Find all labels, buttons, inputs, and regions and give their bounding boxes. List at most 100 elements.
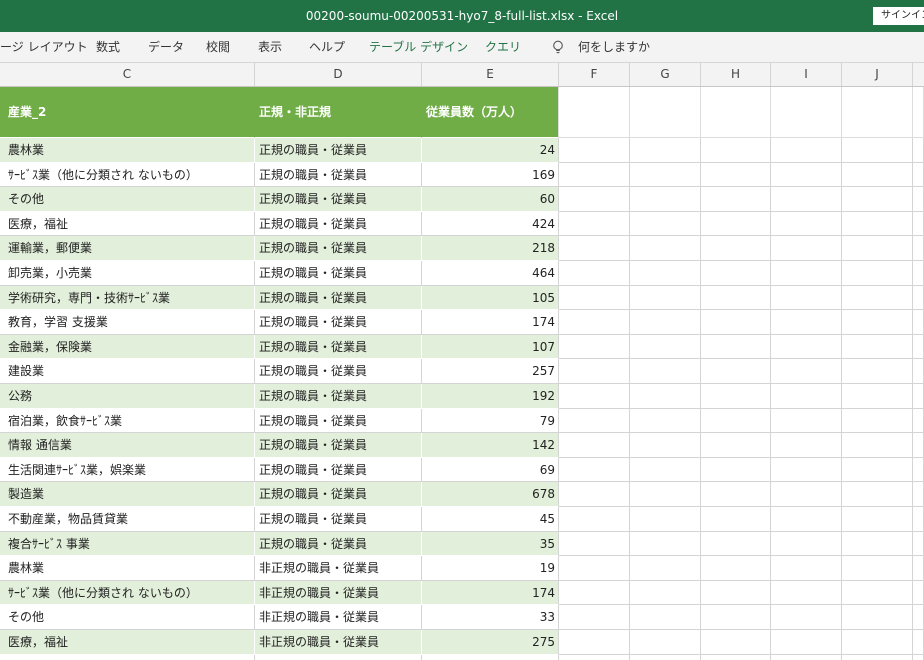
cell-industry[interactable]: 宿泊業，飲食ｻｰﾋﾞｽ業 xyxy=(0,408,255,434)
cell-employees[interactable]: 424 xyxy=(422,211,559,237)
empty-cell[interactable] xyxy=(559,654,630,660)
empty-cell[interactable] xyxy=(630,580,701,606)
cell-employment-type[interactable] xyxy=(255,654,422,660)
column-header-g[interactable]: G xyxy=(630,63,701,86)
empty-cell[interactable] xyxy=(630,138,701,163)
empty-cell[interactable] xyxy=(701,261,771,286)
empty-cell[interactable] xyxy=(630,285,701,311)
column-header-k[interactable] xyxy=(913,63,924,86)
empty-cell[interactable] xyxy=(701,482,771,507)
empty-cell[interactable] xyxy=(771,187,842,212)
cell-employment-type[interactable]: 非正規の職員・従業員 xyxy=(255,556,422,581)
cell-industry[interactable]: 運輸業，郵便業 xyxy=(0,236,255,261)
cell-employment-type[interactable]: 正規の職員・従業員 xyxy=(255,162,422,188)
empty-cell[interactable] xyxy=(701,187,771,212)
cell-industry[interactable]: 情報 通信業 xyxy=(0,433,255,458)
cell-employment-type[interactable]: 正規の職員・従業員 xyxy=(255,408,422,434)
empty-cell[interactable] xyxy=(842,285,913,311)
cell-employees[interactable]: 678 xyxy=(422,482,559,507)
empty-cell[interactable] xyxy=(842,310,913,335)
header-cell-industry[interactable]: 産業_2 xyxy=(0,87,255,138)
empty-cell[interactable] xyxy=(630,359,701,384)
empty-cell[interactable] xyxy=(913,285,924,311)
empty-cell[interactable] xyxy=(842,654,913,660)
empty-cell[interactable] xyxy=(630,211,701,237)
empty-cell[interactable] xyxy=(559,482,630,507)
cell-employees[interactable]: 33 xyxy=(422,605,559,630)
empty-cell[interactable] xyxy=(771,654,842,660)
empty-cell[interactable] xyxy=(771,433,842,458)
empty-cell[interactable] xyxy=(630,531,701,557)
empty-cell[interactable] xyxy=(701,531,771,557)
empty-cell[interactable] xyxy=(559,384,630,409)
cell-industry[interactable]: 製造業 xyxy=(0,482,255,507)
empty-cell[interactable] xyxy=(630,261,701,286)
empty-cell[interactable] xyxy=(842,408,913,434)
empty-cell[interactable] xyxy=(771,507,842,532)
empty-cell[interactable] xyxy=(771,580,842,606)
empty-cell[interactable] xyxy=(701,211,771,237)
cell-employees[interactable]: 69 xyxy=(422,457,559,483)
empty-cell[interactable] xyxy=(701,359,771,384)
empty-cell[interactable] xyxy=(630,162,701,188)
empty-cell[interactable] xyxy=(913,187,924,212)
empty-cell[interactable] xyxy=(913,359,924,384)
empty-cell[interactable] xyxy=(701,433,771,458)
empty-cell[interactable] xyxy=(842,433,913,458)
empty-cell[interactable] xyxy=(771,482,842,507)
column-header-d[interactable]: D xyxy=(255,63,422,86)
empty-cell[interactable] xyxy=(913,580,924,606)
cell-industry[interactable]: 複合ｻｰﾋﾞｽ 事業 xyxy=(0,531,255,557)
cell-employees[interactable]: 275 xyxy=(422,630,559,655)
empty-cell[interactable] xyxy=(630,87,701,138)
cell-industry[interactable]: 学術研究，専門・技術ｻｰﾋﾞｽ業 xyxy=(0,285,255,311)
empty-cell[interactable] xyxy=(913,654,924,660)
cell-industry[interactable]: 公務 xyxy=(0,384,255,409)
empty-cell[interactable] xyxy=(771,236,842,261)
cell-employment-type[interactable]: 正規の職員・従業員 xyxy=(255,236,422,261)
empty-cell[interactable] xyxy=(630,556,701,581)
empty-cell[interactable] xyxy=(559,87,630,138)
empty-cell[interactable] xyxy=(842,334,913,360)
cell-industry[interactable]: その他 xyxy=(0,605,255,630)
empty-cell[interactable] xyxy=(630,433,701,458)
empty-cell[interactable] xyxy=(913,507,924,532)
cell-industry[interactable]: 生活関連ｻｰﾋﾞｽ業，娯楽業 xyxy=(0,457,255,483)
empty-cell[interactable] xyxy=(913,334,924,360)
empty-cell[interactable] xyxy=(701,654,771,660)
empty-cell[interactable] xyxy=(559,138,630,163)
empty-cell[interactable] xyxy=(559,211,630,237)
cell-employees[interactable]: 60 xyxy=(422,187,559,212)
empty-cell[interactable] xyxy=(913,482,924,507)
cell-employment-type[interactable]: 非正規の職員・従業員 xyxy=(255,580,422,606)
sign-in-button[interactable]: サインイン xyxy=(873,7,924,25)
cell-employees[interactable]: 35 xyxy=(422,531,559,557)
tab-formulas[interactable]: 数式 xyxy=(96,32,120,63)
cell-employees[interactable]: 174 xyxy=(422,310,559,335)
empty-cell[interactable] xyxy=(913,384,924,409)
cell-employment-type[interactable]: 正規の職員・従業員 xyxy=(255,482,422,507)
empty-cell[interactable] xyxy=(630,457,701,483)
empty-cell[interactable] xyxy=(630,334,701,360)
empty-cell[interactable] xyxy=(559,556,630,581)
empty-cell[interactable] xyxy=(842,359,913,384)
empty-cell[interactable] xyxy=(630,654,701,660)
empty-cell[interactable] xyxy=(559,630,630,655)
column-header-f[interactable]: F xyxy=(559,63,630,86)
cell-industry[interactable]: 農林業 xyxy=(0,138,255,163)
empty-cell[interactable] xyxy=(701,408,771,434)
cell-employees[interactable]: 142 xyxy=(422,433,559,458)
cell-employment-type[interactable]: 正規の職員・従業員 xyxy=(255,433,422,458)
empty-cell[interactable] xyxy=(913,531,924,557)
empty-cell[interactable] xyxy=(771,261,842,286)
empty-cell[interactable] xyxy=(913,138,924,163)
cell-employees[interactable]: 257 xyxy=(422,359,559,384)
cell-employment-type[interactable]: 非正規の職員・従業員 xyxy=(255,630,422,655)
empty-cell[interactable] xyxy=(559,433,630,458)
empty-cell[interactable] xyxy=(701,580,771,606)
tab-page-layout[interactable]: ージ レイアウト xyxy=(0,32,88,63)
empty-cell[interactable] xyxy=(701,507,771,532)
empty-cell[interactable] xyxy=(701,285,771,311)
empty-cell[interactable] xyxy=(559,359,630,384)
empty-cell[interactable] xyxy=(630,187,701,212)
